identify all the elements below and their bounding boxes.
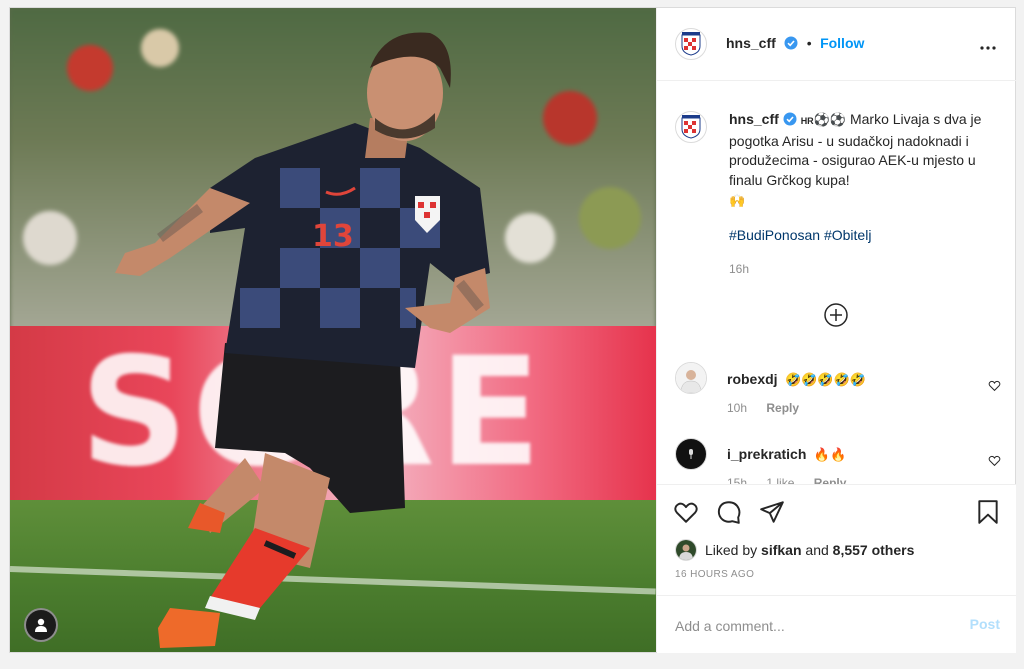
profile-tag-icon	[35, 618, 47, 632]
post-timestamp[interactable]: 16 HOURS AGO	[675, 569, 754, 580]
person-avatar-icon	[676, 363, 706, 393]
header-separator: •	[806, 35, 812, 51]
comment-icon	[717, 501, 741, 524]
comment-time[interactable]: 10h	[727, 401, 747, 415]
likes-summary: Liked by sifkan and 8,557 others	[675, 539, 914, 561]
header-username[interactable]: hns_cff	[726, 35, 776, 51]
comment-button[interactable]	[716, 499, 742, 530]
likes-count[interactable]: 8,557 others	[833, 542, 915, 558]
commenter-avatar[interactable]	[675, 438, 707, 470]
comment-text: 🔥🔥	[813, 448, 847, 463]
reply-button[interactable]: Reply	[814, 476, 847, 484]
comment-input[interactable]	[673, 614, 937, 638]
hns-crest-icon	[681, 115, 701, 139]
caption-hashtags[interactable]: #BudiPonosan #Obitelj	[729, 227, 871, 243]
comment-time[interactable]: 15h	[727, 476, 747, 484]
add-comment-bar: Post	[657, 595, 1016, 654]
post-side-panel: hns_cff • Follow hns_cff HR⚽⚽ Marko Liva…	[656, 8, 1016, 653]
comment-body: robexdj 🤣🤣🤣🤣🤣 10h Reply	[727, 371, 866, 415]
football-emojis: ⚽⚽	[813, 113, 847, 128]
save-icon	[978, 500, 998, 524]
comment-body: i_prekratich 🔥🔥 15h 1 like Reply	[727, 446, 862, 484]
microphone-avatar-icon	[689, 449, 693, 459]
likes-prefix: Liked by	[705, 542, 758, 558]
post-modal: SGRE	[9, 7, 1016, 653]
comment-item: robexdj 🤣🤣🤣🤣🤣 10h Reply	[673, 362, 1003, 422]
caption-emoji: 🙌	[729, 194, 746, 209]
likes-conjunction: and	[805, 542, 829, 558]
share-button[interactable]	[759, 499, 785, 530]
add-comment-icon	[824, 303, 848, 327]
verified-icon	[784, 36, 798, 50]
post-actions: Liked by sifkan and 8,557 others 16 HOUR…	[657, 484, 1016, 653]
shirt-number: 13	[312, 219, 354, 254]
caption-username[interactable]: hns_cff	[729, 111, 779, 127]
comment-item: i_prekratich 🔥🔥 15h 1 like Reply	[673, 436, 1003, 484]
commenter-avatar[interactable]	[675, 362, 707, 394]
liker-username[interactable]: sifkan	[761, 542, 801, 558]
comment-username[interactable]: robexdj	[727, 371, 778, 387]
account-avatar[interactable]	[675, 28, 707, 60]
save-button[interactable]	[976, 499, 1000, 530]
heart-icon[interactable]	[988, 379, 1001, 392]
post-comment-button[interactable]: Post	[970, 616, 1000, 632]
reply-button[interactable]: Reply	[766, 401, 799, 415]
comment-meta: 15h 1 like Reply	[727, 476, 862, 484]
post-caption: hns_cff HR⚽⚽ Marko Livaja s dva je pogot…	[729, 110, 993, 212]
heart-icon	[674, 502, 698, 523]
hns-crest-icon	[681, 32, 701, 56]
more-options-icon	[980, 46, 996, 50]
post-header: hns_cff • Follow	[657, 8, 1016, 81]
post-image[interactable]: SGRE	[10, 8, 656, 652]
liker-avatar[interactable]	[675, 539, 697, 561]
caption-time[interactable]: 16h	[729, 262, 749, 276]
croatia-flag-emoji: HR	[800, 116, 814, 126]
load-more-comments-button[interactable]	[824, 303, 848, 327]
comment-text: 🤣🤣🤣🤣🤣	[785, 373, 866, 388]
comment-username[interactable]: i_prekratich	[727, 446, 806, 462]
tagged-profile-button[interactable]	[24, 608, 58, 642]
comment-meta: 10h Reply	[727, 401, 866, 415]
heart-icon[interactable]	[988, 454, 1001, 467]
share-icon	[760, 501, 784, 523]
header-account-row: hns_cff • Follow	[726, 35, 864, 53]
more-options-button[interactable]	[980, 37, 996, 55]
comment-likes[interactable]: 1 like	[766, 476, 794, 484]
follow-button[interactable]: Follow	[820, 35, 864, 51]
caption-avatar[interactable]	[675, 111, 707, 143]
football-player: 13	[115, 32, 490, 648]
person-avatar-icon	[676, 540, 696, 560]
like-button[interactable]	[673, 499, 699, 530]
verified-icon	[783, 112, 797, 126]
